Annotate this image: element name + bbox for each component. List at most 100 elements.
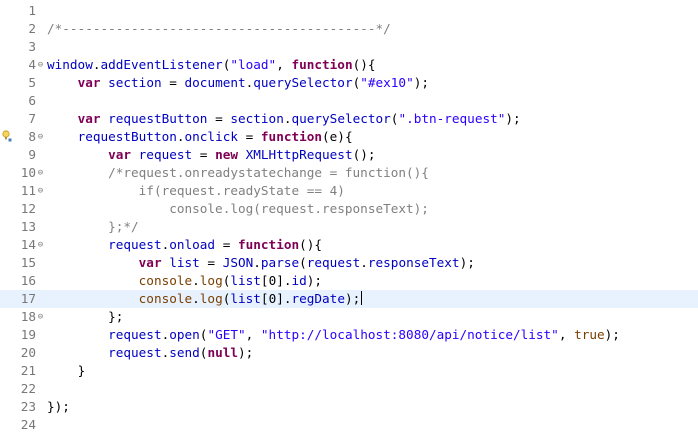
line-number: 15 [20, 255, 36, 270]
code-token: onclick [184, 129, 238, 144]
code-token: = [161, 75, 185, 90]
code-token: ( [299, 255, 307, 270]
code-text[interactable]: var list = JSON.parse(request.responseTe… [47, 254, 475, 272]
code-line[interactable]: 1 [0, 2, 698, 20]
code-line[interactable]: 12 console.log(request.responseText); [0, 200, 698, 218]
code-text[interactable]: };*/ [47, 218, 139, 236]
code-token: request [108, 327, 162, 342]
fold-toggle-icon[interactable]: ⊖ [36, 236, 45, 254]
line-number: 13 [20, 219, 36, 234]
code-text[interactable]: request.send(null); [47, 344, 253, 362]
code-token: (); [352, 147, 376, 162]
code-line[interactable]: 17 console.log(list[0].regDate); [0, 290, 698, 308]
code-text[interactable]: request.onload = function(){ [47, 236, 322, 254]
code-line[interactable]: 16 console.log(list[0].id); [0, 272, 698, 290]
code-text[interactable]: }; [47, 308, 123, 326]
line-number: 16 [20, 273, 36, 288]
code-text[interactable]: }); [47, 398, 70, 416]
code-token: requestButton [108, 111, 208, 126]
code-token: ".btn-request" [398, 111, 506, 126]
code-line[interactable]: 22 [0, 380, 698, 398]
code-line[interactable]: 5 var section = document.querySelector("… [0, 74, 698, 92]
code-line[interactable]: 8 ⊖ requestButton.onclick = function(e){ [0, 128, 698, 146]
code-line[interactable]: 6 [0, 92, 698, 110]
code-line[interactable]: 19 request.open("GET", "http://localhost… [0, 326, 698, 344]
fold-toggle-icon[interactable]: ⊖ [36, 182, 45, 200]
code-area[interactable]: 1 2/*------------------------------------… [0, 0, 698, 435]
code-text[interactable]: var requestButton = section.querySelecto… [47, 110, 521, 128]
code-text[interactable]: request.open("GET", "http://localhost:80… [47, 326, 620, 344]
code-token: };*/ [108, 219, 139, 234]
code-line[interactable]: 7 var requestButton = section.querySelec… [0, 110, 698, 128]
code-text[interactable]: } [47, 362, 86, 380]
code-line[interactable]: 4 ⊖ window.addEventListener("load", functi… [0, 56, 698, 74]
code-text[interactable]: /*request.onreadystatechange = function(… [47, 164, 429, 182]
code-token: ); [505, 111, 521, 126]
code-token: true [574, 327, 605, 342]
code-token: list [169, 255, 200, 270]
code-line[interactable]: 3 [0, 38, 698, 56]
code-token: function [291, 57, 353, 72]
fold-toggle-icon[interactable]: ⊖ [36, 56, 45, 74]
code-token: console [138, 291, 193, 306]
code-text[interactable]: /*--------------------------------------… [47, 20, 391, 38]
code-token: "#ex10" [360, 75, 414, 90]
code-token: log [199, 273, 223, 288]
code-line[interactable]: 13 };*/ [0, 218, 698, 236]
line-number: 20 [20, 345, 36, 360]
code-line[interactable]: 20 request.send(null); [0, 344, 698, 362]
code-line[interactable]: 11 ⊖ if(request.readyState == 4) [0, 182, 698, 200]
warning-marker-icon[interactable] [2, 129, 12, 143]
code-editor[interactable]: 1 2/*------------------------------------… [0, 0, 698, 435]
fold-toggle-icon[interactable]: ⊖ [36, 308, 45, 326]
code-text[interactable]: console.log(list[0].id); [47, 272, 322, 290]
text-caret [361, 291, 363, 305]
code-token: document [184, 75, 246, 90]
code-text[interactable]: window.addEventListener("load", function… [47, 56, 376, 74]
code-token: (){ [352, 57, 376, 72]
code-token: var [77, 111, 101, 126]
line-number: 19 [20, 327, 36, 342]
line-number: 1 [28, 3, 36, 18]
line-number: 22 [20, 381, 36, 396]
fold-toggle-icon[interactable]: ⊖ [36, 128, 45, 146]
line-number: 6 [28, 93, 36, 108]
code-line[interactable]: 14 ⊖ request.onload = function(){ [0, 236, 698, 254]
code-text[interactable]: if(request.readyState == 4) [47, 182, 345, 200]
code-text[interactable]: requestButton.onclick = function(e){ [47, 128, 353, 146]
code-token: ]. [276, 273, 292, 288]
code-token: var [108, 147, 132, 162]
code-token: JSON [222, 255, 254, 270]
line-number: 2 [28, 21, 36, 36]
code-line[interactable]: 15 var list = JSON.parse(request.respons… [0, 254, 698, 272]
code-token: (e){ [322, 129, 353, 144]
code-line[interactable]: 21 } [0, 362, 698, 380]
code-token: . [192, 291, 200, 306]
line-number: 12 [20, 201, 36, 216]
code-token: parse [260, 255, 300, 270]
fold-toggle-icon[interactable]: ⊖ [36, 164, 45, 182]
code-line[interactable]: 23}); [0, 398, 698, 416]
code-text[interactable]: var section = document.querySelector("#e… [47, 74, 429, 92]
code-line[interactable]: 2 /*-------------------------------------… [0, 20, 698, 38]
code-token: responseText [367, 255, 460, 270]
code-line[interactable]: 18 ⊖ }; [0, 308, 698, 326]
code-line[interactable]: 24 [0, 416, 698, 434]
code-line[interactable]: 9 var request = new XMLHttpRequest(); [0, 146, 698, 164]
line-number: 4 [28, 57, 36, 72]
code-line[interactable]: 10 ⊖ /*request.onreadystatechange = funct… [0, 164, 698, 182]
code-text[interactable]: console.log(list[0].regDate); [47, 290, 363, 308]
code-token: querySelector [291, 111, 391, 126]
line-number: 3 [28, 39, 36, 54]
code-token: ); [306, 273, 323, 288]
code-text[interactable]: console.log(request.responseText); [47, 200, 429, 218]
code-text[interactable]: var request = new XMLHttpRequest(); [47, 146, 376, 164]
